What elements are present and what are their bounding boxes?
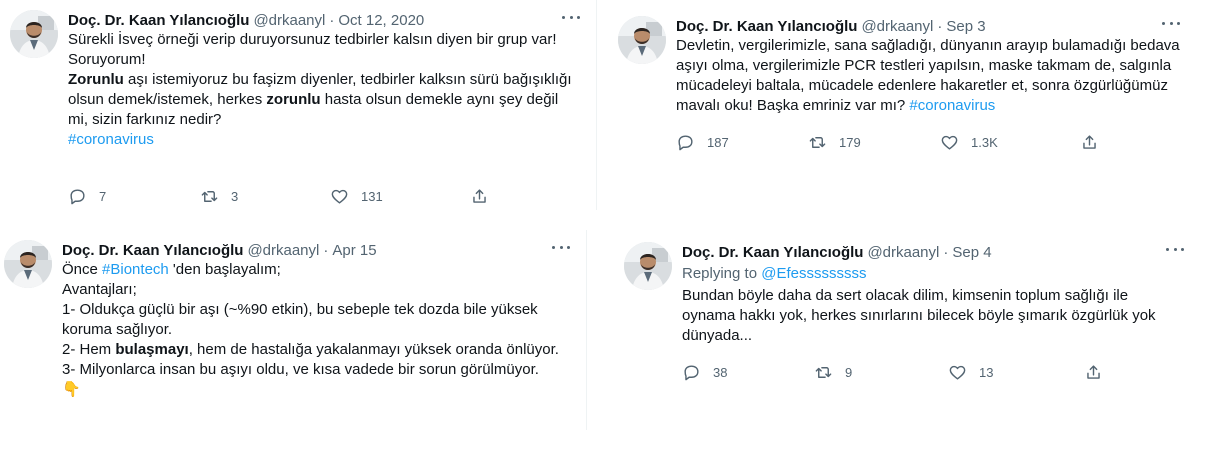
author-name[interactable]: Doç. Dr. Kaan Yılancıoğlu bbox=[68, 12, 249, 29]
share-icon bbox=[1083, 134, 1096, 149]
like-icon bbox=[941, 135, 958, 150]
like-icon bbox=[331, 189, 348, 204]
like-button[interactable]: 131 bbox=[330, 187, 470, 206]
text-span: 'den başlayalım; bbox=[168, 261, 281, 278]
text-line: Soruyorum! bbox=[68, 51, 146, 68]
retweet-count: 179 bbox=[839, 134, 861, 150]
tweet-date[interactable]: Sep 3 bbox=[946, 18, 985, 35]
hashtag-link[interactable]: #coronavirus bbox=[909, 97, 995, 114]
more-icon[interactable] bbox=[1162, 18, 1180, 28]
reply-button[interactable]: 38 bbox=[682, 363, 814, 382]
tweet-text: Bundan böyle daha da sert olacak dilim, … bbox=[682, 287, 1156, 344]
tweet-actions: 7 3 131 bbox=[68, 186, 489, 206]
retweet-icon bbox=[809, 136, 826, 148]
tweet-header: Doç. Dr. Kaan Yılancıoğlu @drkaanyl · Se… bbox=[682, 242, 1192, 262]
separator-dot: · bbox=[943, 243, 949, 261]
text-paragraph: Zorunlu aşı istemiyoruz bu faşizm diyenl… bbox=[68, 70, 573, 130]
text-line: 1- Oldukça güçlü bir aşı (~%90 etkin), b… bbox=[62, 301, 538, 338]
bold-word: bulaşmayı bbox=[115, 341, 189, 358]
reply-button[interactable]: 187 bbox=[676, 133, 808, 152]
pointing-down-emoji: 👇 bbox=[62, 381, 81, 398]
tweet-3[interactable]: Doç. Dr. Kaan Yılancıoğlu @drkaanyl · Ap… bbox=[4, 240, 574, 440]
replying-to: Replying to @Efesssssssss bbox=[682, 264, 1192, 284]
tweet-actions: 187 179 1.3K bbox=[676, 132, 1099, 152]
reply-icon bbox=[684, 364, 699, 380]
tweet-date[interactable]: Sep 4 bbox=[952, 244, 991, 261]
like-button[interactable]: 1.3K bbox=[940, 133, 1080, 152]
share-button[interactable] bbox=[470, 187, 489, 206]
author-name[interactable]: Doç. Dr. Kaan Yılancıoğlu bbox=[682, 244, 863, 261]
column-divider bbox=[586, 230, 587, 430]
like-count: 13 bbox=[979, 364, 994, 380]
text-line: Sürekli İsveç örneği verip duruyorsunuz … bbox=[68, 31, 557, 48]
text-span: Önce bbox=[62, 261, 103, 278]
author-handle[interactable]: @drkaanyl bbox=[253, 12, 325, 29]
tweet-header: Doç. Dr. Kaan Yılancıoğlu @drkaanyl · Se… bbox=[676, 16, 1192, 36]
author-name[interactable]: Doç. Dr. Kaan Yılancıoğlu bbox=[62, 242, 243, 259]
retweet-button[interactable]: 179 bbox=[808, 133, 940, 152]
tweet-2[interactable]: Doç. Dr. Kaan Yılancıoğlu @drkaanyl · Se… bbox=[618, 16, 1192, 166]
bold-word: zorunlu bbox=[266, 91, 321, 108]
more-icon[interactable] bbox=[1166, 244, 1184, 254]
text-line: Avantajları; bbox=[62, 281, 137, 298]
tweet-text: Önce #Biontech 'den başlayalım; Avantajl… bbox=[62, 260, 574, 400]
text-span: , hem de hastalığa yakalanmayı yüksek or… bbox=[188, 341, 559, 358]
avatar[interactable] bbox=[10, 10, 58, 58]
retweet-count: 9 bbox=[845, 364, 853, 380]
tweet-1[interactable]: Doç. Dr. Kaan Yılancıoğlu @drkaanyl · Oc… bbox=[10, 10, 580, 210]
share-button[interactable] bbox=[1080, 133, 1099, 152]
like-count: 1.3K bbox=[971, 134, 998, 150]
retweet-icon bbox=[815, 366, 832, 378]
tweet-4[interactable]: Doç. Dr. Kaan Yılancıoğlu @drkaanyl · Se… bbox=[624, 242, 1192, 392]
separator-dot: · bbox=[323, 241, 329, 259]
reply-icon bbox=[70, 188, 85, 204]
share-button[interactable] bbox=[1084, 363, 1103, 382]
author-name[interactable]: Doç. Dr. Kaan Yılancıoğlu bbox=[676, 18, 857, 35]
share-icon bbox=[1087, 364, 1100, 379]
reply-count: 7 bbox=[99, 188, 107, 204]
author-handle[interactable]: @drkaanyl bbox=[247, 242, 319, 259]
tweet-text: Devletin, vergilerimizle, sana sağladığı… bbox=[676, 36, 1181, 116]
text-span: 2- Hem bbox=[62, 341, 116, 358]
like-icon bbox=[949, 365, 966, 380]
separator-dot: · bbox=[937, 17, 943, 35]
separator-dot: · bbox=[329, 11, 335, 29]
text-line: 3- Milyonlarca insan bu aşıyı oldu, ve k… bbox=[62, 361, 539, 378]
replying-label: Replying to bbox=[682, 265, 762, 282]
text-line: 2- Hem bulaşmayı, hem de hastalığa yakal… bbox=[62, 340, 574, 360]
more-icon[interactable] bbox=[552, 242, 570, 252]
reply-icon bbox=[678, 134, 693, 150]
column-divider bbox=[596, 0, 597, 210]
hashtag-link[interactable]: #Biontech bbox=[102, 261, 169, 278]
more-icon[interactable] bbox=[562, 12, 580, 22]
avatar[interactable] bbox=[624, 242, 672, 290]
retweet-icon bbox=[201, 190, 218, 202]
share-icon bbox=[473, 188, 486, 203]
like-button[interactable]: 13 bbox=[948, 363, 1084, 382]
like-count: 131 bbox=[361, 188, 383, 204]
bold-word: Zorunlu bbox=[68, 71, 124, 88]
author-handle[interactable]: @drkaanyl bbox=[867, 244, 939, 261]
tweet-date[interactable]: Oct 12, 2020 bbox=[338, 12, 424, 29]
reply-count: 187 bbox=[707, 134, 729, 150]
tweet-text: Sürekli İsveç örneği verip duruyorsunuz … bbox=[68, 30, 573, 150]
tweet-header: Doç. Dr. Kaan Yılancıoğlu @drkaanyl · Ap… bbox=[62, 240, 574, 260]
hashtag-link[interactable]: #coronavirus bbox=[68, 131, 154, 148]
avatar[interactable] bbox=[618, 16, 666, 64]
retweet-count: 3 bbox=[231, 188, 239, 204]
retweet-button[interactable]: 9 bbox=[814, 363, 948, 382]
retweet-button[interactable]: 3 bbox=[200, 187, 330, 206]
tweet-date[interactable]: Apr 15 bbox=[332, 242, 376, 259]
reply-count: 38 bbox=[713, 364, 728, 380]
tweet-header: Doç. Dr. Kaan Yılancıoğlu @drkaanyl · Oc… bbox=[68, 10, 580, 30]
replying-handle-link[interactable]: @Efesssssssss bbox=[761, 265, 866, 282]
avatar[interactable] bbox=[4, 240, 52, 288]
tweet-actions: 38 9 13 bbox=[682, 362, 1103, 382]
text-line: Önce #Biontech 'den başlayalım; bbox=[62, 260, 574, 280]
reply-button[interactable]: 7 bbox=[68, 187, 200, 206]
author-handle[interactable]: @drkaanyl bbox=[861, 18, 933, 35]
